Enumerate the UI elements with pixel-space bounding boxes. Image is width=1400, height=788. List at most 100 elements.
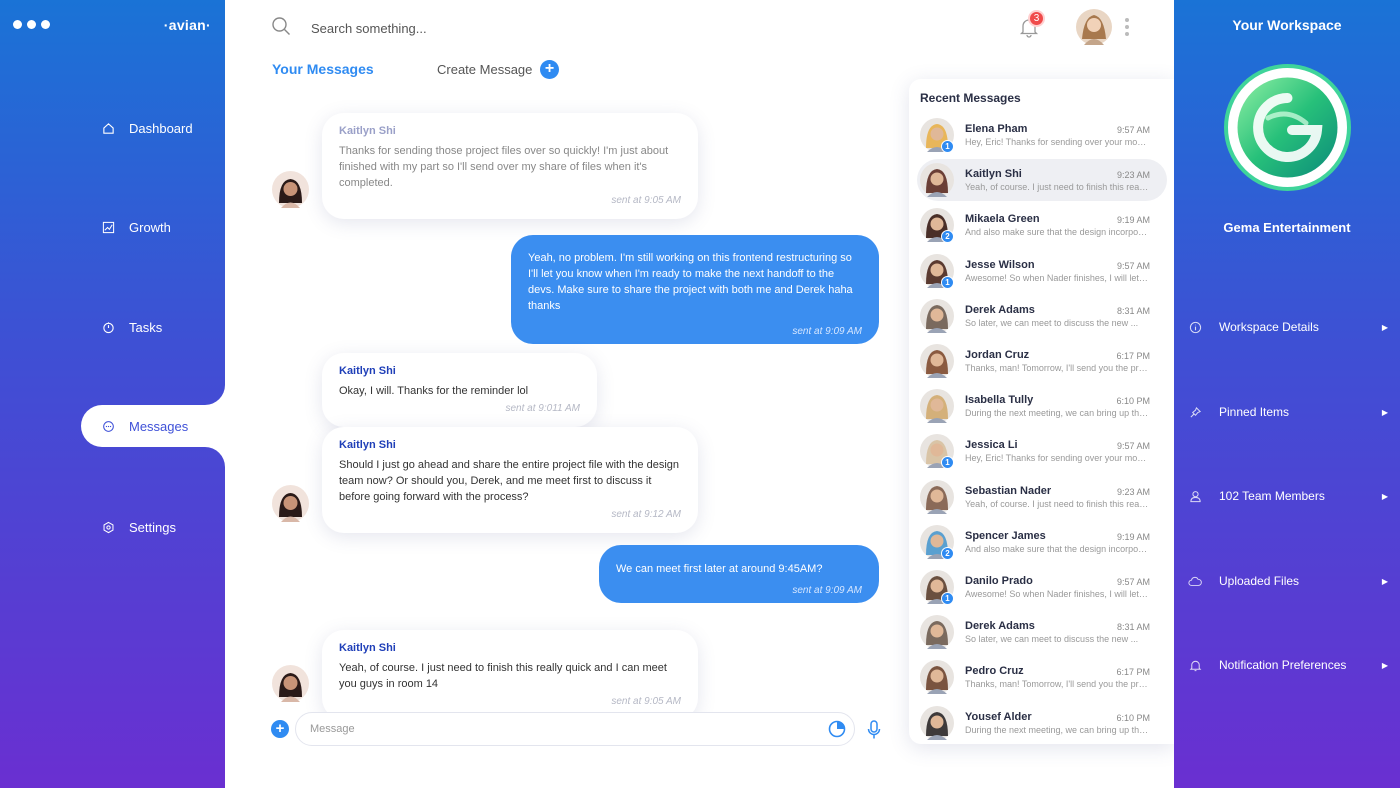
message-input[interactable] (295, 712, 855, 746)
contact-name: Jordan Cruz (965, 349, 1030, 361)
avatar[interactable] (920, 298, 954, 333)
uploaded-files-item[interactable]: Uploaded Files ▶ (1188, 571, 1388, 591)
avatar[interactable] (272, 485, 309, 522)
avatar[interactable] (272, 665, 309, 702)
recent-message-item[interactable]: Derek Adams 8:31 AM So later, we can meet … (917, 611, 1167, 653)
message-time: sent at 9:05 AM (611, 696, 681, 707)
sidebar-item-tasks[interactable]: Tasks (81, 306, 225, 348)
message-time: 9:23 AM (1116, 170, 1150, 181)
recent-message-item[interactable]: 1 Jesse Wilson 9:57 AM Awesome! So when Nad… (917, 250, 1167, 292)
avatar[interactable] (920, 479, 954, 514)
message-text: Should I just go ahead and share the ent… (339, 459, 680, 503)
recent-message-item[interactable]: Jordan Cruz 6:17 PM Thanks, man! Tomorrow,… (917, 340, 1167, 382)
contact-name: Derek Adams (965, 620, 1035, 633)
sidebar-item-messages[interactable]: Messages (81, 405, 225, 447)
message-time: 6:17 PM (1116, 351, 1150, 361)
tab-create-message[interactable]: Create Message (437, 62, 532, 77)
sidebar-item-label: Messages (129, 418, 189, 434)
recent-message-item[interactable]: 2 Spencer James 9:19 AM And also make sure … (917, 521, 1167, 563)
avatar[interactable] (920, 705, 954, 740)
settings-icon (101, 520, 115, 534)
chevron-right-icon: ▶ (1381, 322, 1388, 332)
message-time: sent at 9:09 AM (792, 326, 862, 337)
sidebar-item-dashboard[interactable]: Dashboard (81, 107, 225, 149)
tab-your-messages[interactable]: Your Messages (272, 61, 374, 77)
recent-message-item[interactable]: Yousef Alder 6:10 PM During the next meeti… (917, 702, 1167, 744)
search-icon[interactable] (271, 16, 291, 41)
more-menu-icon[interactable] (1125, 18, 1129, 36)
recent-message-item[interactable]: Isabella Tully 6:10 PM During the next mee… (917, 385, 1167, 427)
microphone-icon[interactable] (867, 720, 881, 740)
message-text: Thanks for sending those project files o… (339, 145, 669, 189)
recent-message-item[interactable]: 2 Mikaela Green 9:19 AM And also make sure … (917, 204, 1167, 246)
message-preview: Awesome! So when Nader finishes, I will … (965, 272, 1149, 283)
workspace-item-label: Pinned Items (1219, 405, 1290, 419)
team-members-item[interactable]: 102 Team Members ▶ (1188, 486, 1388, 506)
message-preview: During the next meeting, we can bring up… (965, 408, 1149, 419)
contact-name: Jesse Wilson (965, 258, 1035, 271)
recent-message-item[interactable]: 1 Jessica Li 9:57 AM Hey, Eric! Thanks for … (917, 430, 1167, 472)
message-time: 9:57 AM (1116, 577, 1150, 587)
chevron-right-icon: ▶ (1381, 491, 1388, 501)
message-time: sent at 9:09 AM (792, 585, 862, 596)
message-text: Okay, I will. Thanks for the reminder lo… (339, 385, 529, 397)
message-preview: Awesome! So when Nader finishes, I will … (965, 589, 1149, 599)
attach-plus-icon[interactable]: + (271, 720, 289, 738)
recent-messages-title: Recent Messages (920, 91, 1021, 105)
sidebar-item-growth[interactable]: Growth (81, 206, 225, 248)
avatar[interactable] (920, 344, 954, 378)
avatar[interactable] (920, 660, 954, 695)
chevron-right-icon: ▶ (1381, 407, 1388, 417)
contact-name: Yousef Alder (965, 710, 1032, 723)
sidebar-item-settings[interactable]: Settings (81, 506, 225, 548)
emoji-icon[interactable] (828, 720, 846, 738)
message-time: 9:57 AM (1116, 125, 1150, 135)
create-message-plus-icon[interactable]: + (540, 60, 559, 79)
workspace-logo (1224, 64, 1351, 191)
message-bubble-outgoing: Yeah, no problem. I'm still working on t… (511, 235, 879, 344)
sidebar-item-label: Growth (129, 219, 171, 235)
recent-message-item[interactable]: Kaitlyn Shi 9:23 AM Yeah, of course. I jus… (917, 159, 1167, 202)
message-preview: Thanks, man! Tomorrow, I'll send you the… (965, 679, 1149, 690)
unread-badge: 1 (941, 275, 954, 289)
recent-messages-panel: Recent Messages 1 Elena Pham 9:57 AM Hey, E… (909, 79, 1174, 744)
notification-preferences-item[interactable]: Notification Preferences ▶ (1188, 655, 1388, 675)
recent-message-item[interactable]: 1 Danilo Prado 9:57 AM Awesome! So when Nad… (917, 566, 1167, 608)
message-time: 6:10 PM (1116, 396, 1150, 407)
message-time: 9:19 AM (1116, 215, 1150, 226)
message-sender: Kaitlyn Shi (339, 125, 396, 137)
recent-message-item[interactable]: 1 Elena Pham 9:57 AM Hey, Eric! Thanks for … (917, 114, 1167, 156)
recent-message-item[interactable]: Pedro Cruz 6:17 PM Thanks, man! Tomorrow, … (917, 656, 1167, 698)
message-time: 9:19 AM (1116, 531, 1150, 542)
avatar[interactable] (920, 389, 954, 424)
message-preview: And also make sure that the design incor… (965, 227, 1149, 238)
workspace-panel: Your Workspace Gema Entertainment Worksp… (1174, 0, 1400, 788)
avatar[interactable] (272, 171, 309, 208)
sidebar-item-label: Tasks (129, 319, 163, 335)
search-input[interactable] (311, 21, 611, 36)
brand-logo: ·avian· (163, 17, 211, 33)
window-dots[interactable] (13, 20, 50, 29)
message-bubble-incoming: Kaitlyn Shi Thanks for sending those pro… (322, 113, 698, 219)
message-preview: So later, we can meet to discuss the new… (965, 634, 1139, 645)
pinned-items-item[interactable]: Pinned Items ▶ (1188, 402, 1388, 422)
unread-badge: 1 (941, 592, 954, 605)
message-bubble-incoming: Kaitlyn Shi Okay, I will. Thanks for the… (322, 353, 597, 427)
info-icon (1188, 320, 1202, 334)
workspace-details-item[interactable]: Workspace Details ▶ (1188, 317, 1388, 337)
user-avatar[interactable] (1076, 9, 1112, 45)
contact-name: Isabella Tully (965, 394, 1034, 407)
recent-message-item[interactable]: Sebastian Nader 9:23 AM Yeah, of course. I… (917, 476, 1167, 518)
home-icon (101, 121, 115, 135)
message-text: Yeah, no problem. I'm still working on t… (528, 252, 853, 312)
contact-name: Elena Pham (965, 123, 1028, 135)
avatar[interactable] (920, 615, 954, 650)
recent-message-item[interactable]: Derek Adams 8:31 AM So later, we can meet … (917, 295, 1167, 337)
message-bubble-outgoing: We can meet first later at around 9:45AM… (599, 545, 879, 603)
workspace-item-label: Workspace Details (1219, 320, 1319, 334)
avatar[interactable] (920, 163, 954, 198)
message-preview: Yeah, of course. I just need to finish t… (965, 182, 1149, 193)
workspace-item-label: Uploaded Files (1219, 574, 1300, 588)
contact-name: Derek Adams (965, 303, 1035, 316)
workspace-name: Gema Entertainment (1223, 220, 1351, 235)
